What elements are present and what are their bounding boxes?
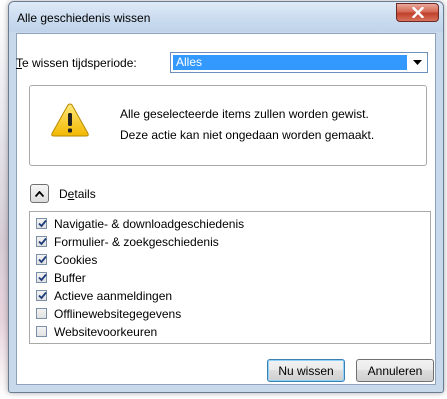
list-item-label: Websitevoorkeuren bbox=[54, 324, 158, 339]
desktop-background bbox=[0, 0, 8, 399]
list-item-label: Navigatie- & downloadgeschiedenis bbox=[54, 216, 245, 231]
clear-now-button[interactable]: Nu wissen bbox=[267, 359, 345, 382]
list-item-label: Offlinewebsitegegevens bbox=[54, 306, 182, 321]
list-item-cache[interactable]: Buffer bbox=[36, 270, 86, 285]
warning-box: Alle geselecteerde items zullen worden g… bbox=[29, 85, 427, 166]
warning-line-2: Deze actie kan niet ongedaan worden gema… bbox=[120, 128, 375, 142]
chevron-down-icon bbox=[413, 59, 422, 65]
details-label-rest: tails bbox=[74, 187, 96, 201]
close-button[interactable] bbox=[396, 3, 439, 22]
chevron-up-icon bbox=[35, 190, 44, 197]
list-item-label: Formulier- & zoekgeschiedenis bbox=[54, 234, 219, 249]
checkmark-icon bbox=[38, 219, 47, 228]
checkbox[interactable] bbox=[36, 236, 47, 247]
warning-icon bbox=[51, 103, 89, 137]
checkmark-icon bbox=[38, 255, 47, 264]
list-item-label: Actieve aanmeldingen bbox=[54, 288, 173, 303]
details-label[interactable]: Details bbox=[59, 187, 96, 201]
checkbox[interactable] bbox=[36, 308, 47, 319]
list-item-navigation-download-history[interactable]: Navigatie- & downloadgeschiedenis bbox=[36, 216, 244, 231]
title-bar[interactable]: Alle geschiedenis wissen bbox=[9, 2, 443, 32]
close-icon bbox=[411, 7, 424, 18]
checkbox[interactable] bbox=[36, 254, 47, 265]
checkbox[interactable] bbox=[36, 218, 47, 229]
cancel-button[interactable]: Annuleren bbox=[356, 359, 434, 382]
period-selected-value: Alles bbox=[173, 55, 407, 70]
list-item-label: Buffer bbox=[54, 270, 86, 285]
list-item-site-preferences[interactable]: Websitevoorkeuren bbox=[36, 324, 157, 339]
period-label-text: e wissen tijdsperiode: bbox=[22, 56, 137, 70]
items-list: Navigatie- & downloadgeschiedenis Formul… bbox=[29, 211, 431, 344]
warning-line-1: Alle geselecteerde items zullen worden g… bbox=[120, 107, 369, 121]
list-item-active-logins[interactable]: Actieve aanmeldingen bbox=[36, 288, 172, 303]
list-item-cookies[interactable]: Cookies bbox=[36, 252, 97, 267]
checkmark-icon bbox=[38, 291, 47, 300]
details-toggle-button[interactable] bbox=[30, 184, 49, 203]
period-select[interactable]: Alles bbox=[170, 52, 428, 73]
period-label: Te wissen tijdsperiode: bbox=[16, 56, 137, 70]
list-item-form-search-history[interactable]: Formulier- & zoekgeschiedenis bbox=[36, 234, 219, 249]
dropdown-arrow[interactable] bbox=[409, 54, 426, 71]
checkbox[interactable] bbox=[36, 326, 47, 337]
list-item-label: Cookies bbox=[54, 252, 98, 267]
checkbox[interactable] bbox=[36, 290, 47, 301]
window-title: Alle geschiedenis wissen bbox=[17, 11, 151, 25]
checkmark-icon bbox=[38, 237, 47, 246]
checkbox[interactable] bbox=[36, 272, 47, 283]
list-item-offline-website-data[interactable]: Offlinewebsitegegevens bbox=[36, 306, 181, 321]
checkmark-icon bbox=[38, 273, 47, 282]
details-label-first: D bbox=[59, 187, 68, 201]
